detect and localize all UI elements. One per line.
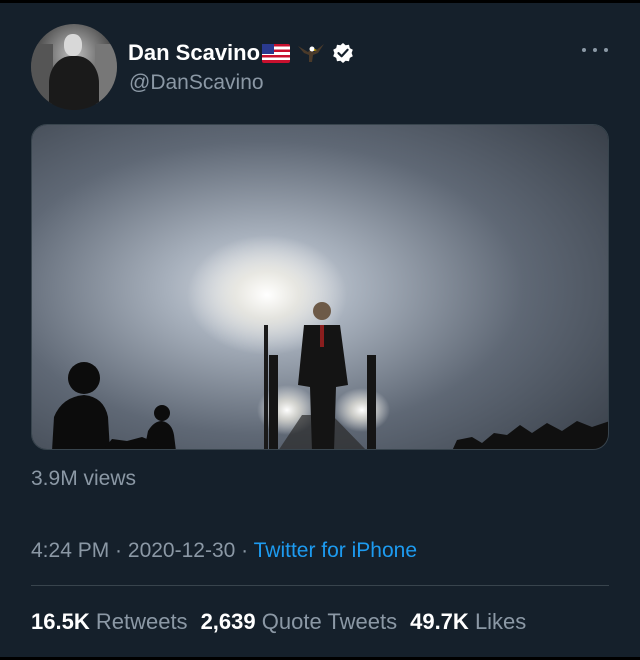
more-dot: [593, 48, 597, 52]
tweet-source-link[interactable]: Twitter for iPhone: [254, 539, 417, 562]
divider: [31, 585, 609, 586]
avatar-figure-body: [49, 56, 99, 110]
verified-badge-icon: [333, 43, 353, 63]
avatar-figure-head: [64, 34, 82, 56]
tweet-time[interactable]: 4:24 PM: [31, 539, 109, 562]
more-dot: [604, 48, 608, 52]
tweet-detail: Dan Scavino @DanScavino 3.9M views 4:24 …: [0, 3, 640, 657]
quote-tweets-stat[interactable]: 2,639 Quote Tweets: [201, 609, 398, 635]
quote-tweets-count: 2,639: [200, 609, 256, 634]
us-flag-emoji: [262, 43, 291, 63]
tweet-date[interactable]: 2020-12-30: [128, 539, 235, 562]
author-name-row[interactable]: Dan Scavino: [128, 38, 354, 68]
author-handle[interactable]: @DanScavino: [129, 71, 264, 95]
avatar[interactable]: [31, 24, 117, 110]
tweet-metadata: 4:24 PM · 2020-12-30 · Twitter for iPhon…: [31, 539, 417, 563]
more-dot: [582, 48, 586, 52]
likes-label: Likes: [474, 609, 527, 634]
retweets-stat[interactable]: 16.5K Retweets: [31, 609, 188, 635]
retweets-count: 16.5K: [31, 609, 90, 634]
likes-stat[interactable]: 49.7K Likes: [410, 609, 526, 635]
meta-separator: ·: [235, 539, 254, 562]
engagement-stats: 16.5K Retweets 2,639 Quote Tweets 49.7K …: [31, 609, 539, 635]
retweets-label: Retweets: [95, 609, 188, 634]
view-count: 3.9M views: [31, 467, 137, 490]
video-frame: [32, 125, 608, 449]
author-display-name[interactable]: Dan Scavino: [128, 40, 260, 66]
tweet-video[interactable]: [31, 124, 609, 450]
likes-count: 49.7K: [410, 609, 469, 634]
quote-tweets-label: Quote Tweets: [261, 609, 398, 634]
meta-separator: ·: [109, 539, 128, 562]
eagle-emoji: [298, 44, 325, 62]
more-options-icon[interactable]: [582, 43, 608, 57]
